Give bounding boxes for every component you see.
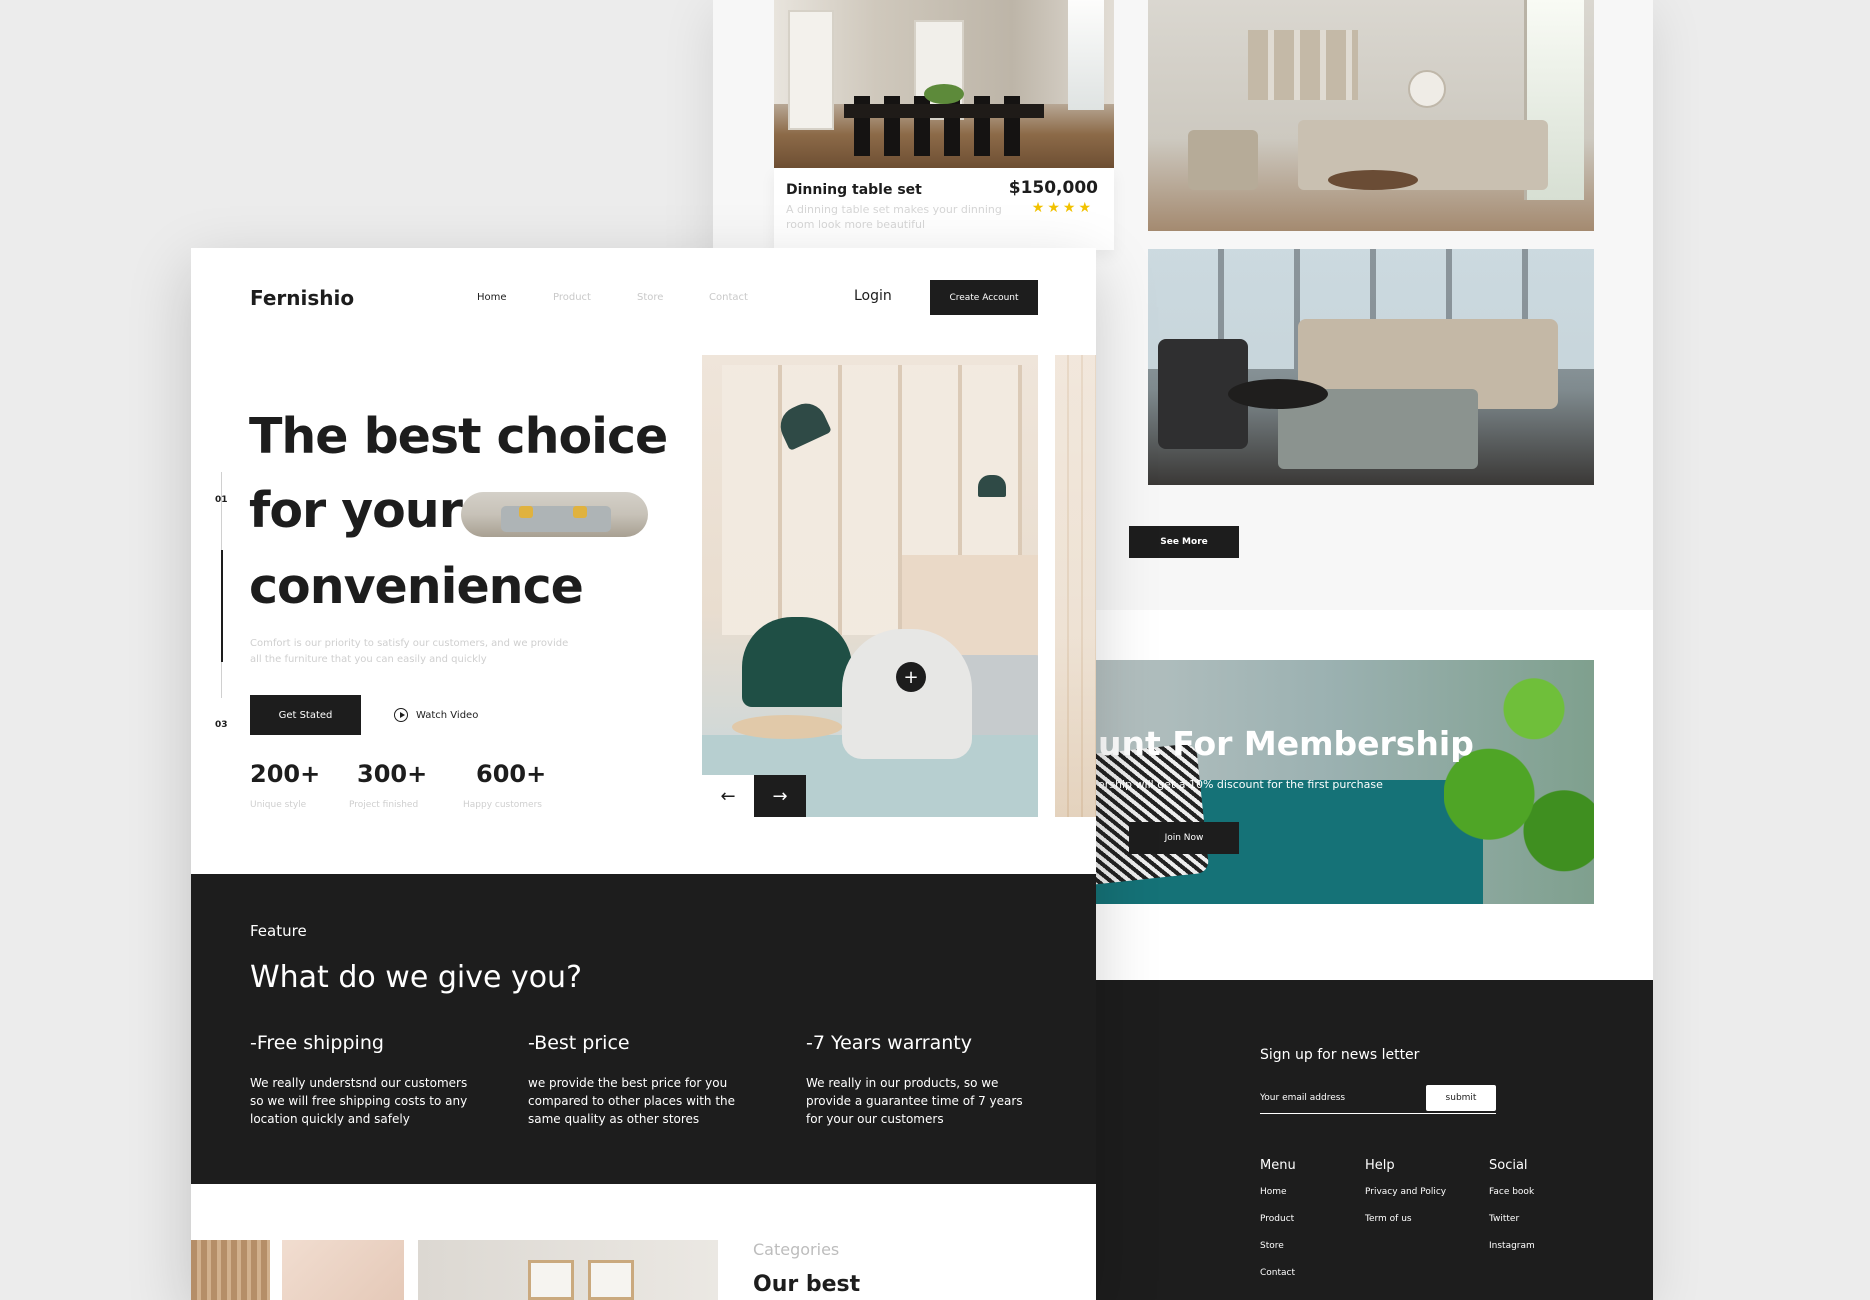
feature-label: Feature (250, 922, 307, 940)
photo-plant (924, 84, 964, 104)
login-link[interactable]: Login (854, 288, 892, 304)
footer-link-product[interactable]: Product (1260, 1214, 1296, 1224)
footer-link-instagram[interactable]: Instagram (1489, 1241, 1535, 1251)
banner-plant (1444, 660, 1594, 904)
footer-help-title: Help (1365, 1158, 1395, 1173)
newsletter-form: Your email address submit (1260, 1082, 1496, 1114)
slide-index-end: 03 (215, 720, 228, 730)
photo-table (844, 104, 1044, 118)
photo-curtain (1055, 355, 1096, 817)
get-started-button[interactable]: Get Stated (250, 695, 361, 735)
slide-progress (220, 472, 223, 698)
feature-item-text: We really understsnd our customers so we… (250, 1076, 468, 1126)
submit-button[interactable]: submit (1426, 1084, 1496, 1111)
feature-item: -Best price we provide the best price fo… (528, 1032, 748, 1128)
photo-lamp (978, 475, 1006, 497)
email-input[interactable]: Your email address (1260, 1093, 1345, 1103)
hero-heading-line1: The best choice (249, 408, 668, 465)
hero-description: Comfort is our priority to satisfy our c… (250, 638, 569, 665)
arrow-right-icon[interactable]: → (754, 775, 806, 817)
photo-chair (1188, 130, 1258, 190)
thumbnail-cushion (519, 506, 533, 518)
stat-value: 200+ (250, 760, 321, 788)
photo-window (1068, 0, 1104, 110)
photo-table (1228, 379, 1328, 409)
stat-label: Unique style (250, 800, 307, 810)
stat-label: Happy customers (463, 800, 542, 810)
categories-title: Our best (753, 1272, 861, 1297)
next-slide-preview[interactable] (1055, 355, 1096, 817)
stat-value: 300+ (357, 760, 428, 788)
feature-item: -Free shipping We really understsnd our … (250, 1032, 470, 1128)
create-account-button[interactable]: Create Account (930, 280, 1038, 315)
feature-item-title: -7 Years warranty (806, 1032, 972, 1054)
category-photo[interactable] (191, 1240, 270, 1300)
lounge-photo[interactable] (1148, 249, 1594, 485)
photo-clock (1408, 70, 1446, 108)
feature-item-title: -Free shipping (250, 1032, 384, 1054)
footer-social-column: Social Face book Twitter Instagram (1489, 1158, 1535, 1268)
footer-menu-title: Menu (1260, 1158, 1296, 1173)
membership-subtitle: ership will get a 10% discount for the f… (1098, 778, 1383, 791)
feature-item: -7 Years warranty We really in our produ… (806, 1032, 1026, 1128)
front-page-preview: Fernishio Home Product Store Contact Log… (191, 248, 1096, 1300)
nav-contact[interactable]: Contact (709, 292, 748, 303)
footer-link-facebook[interactable]: Face book (1489, 1187, 1535, 1197)
feature-item-title: -Best price (528, 1032, 630, 1054)
arrow-left-icon[interactable]: ← (702, 775, 754, 817)
photo-table (732, 715, 842, 739)
feature-item-text: We really in our products, so we provide… (806, 1076, 1023, 1126)
categories-label: Categories (753, 1240, 840, 1259)
footer-link-contact[interactable]: Contact (1260, 1268, 1296, 1278)
hero-showroom-photo: + ← → (702, 355, 1038, 817)
hero-heading-line3: convenience (249, 558, 584, 615)
nav-product[interactable]: Product (553, 292, 591, 303)
see-more-button[interactable]: See More (1129, 526, 1239, 558)
photo-wall-art (1248, 30, 1358, 100)
nav-home[interactable]: Home (477, 292, 507, 303)
newsletter-title: Sign up for news letter (1260, 1047, 1420, 1063)
slide-progress-fill (220, 550, 223, 662)
photo-white-chair (842, 629, 972, 759)
product-description: A dinning table set makes your dinning r… (786, 203, 1002, 231)
rating-stars-icon: ★★★★ (1031, 200, 1094, 216)
photo-green-chair (742, 617, 852, 707)
footer-link-privacy[interactable]: Privacy and Policy (1365, 1187, 1446, 1197)
product-card[interactable]: Dinning table set $150,000 A dinning tab… (774, 168, 1114, 250)
footer-link-twitter[interactable]: Twitter (1489, 1214, 1535, 1224)
photo-frame (528, 1260, 574, 1300)
logo[interactable]: Fernishio (250, 286, 354, 310)
nav-store[interactable]: Store (637, 292, 663, 303)
membership-title: unt For Membership (1098, 724, 1474, 763)
feature-heading: What do we give you? (250, 960, 582, 995)
footer-link-terms[interactable]: Term of us (1365, 1214, 1446, 1224)
footer-link-store[interactable]: Store (1260, 1241, 1296, 1251)
hero-sofa-thumbnail (461, 492, 648, 537)
category-photo[interactable] (282, 1240, 404, 1300)
feature-item-text: we provide the best price for you compar… (528, 1076, 736, 1126)
footer-link-home[interactable]: Home (1260, 1187, 1296, 1197)
living-room-photo[interactable] (1148, 0, 1594, 231)
feature-section: Feature What do we give you? -Free shipp… (191, 874, 1096, 1184)
watch-video-button[interactable]: Watch Video (394, 708, 478, 722)
photo-door (788, 10, 834, 130)
join-now-button[interactable]: Join Now (1129, 822, 1239, 854)
product-price: $150,000 (1008, 178, 1098, 198)
photo-frame (588, 1260, 634, 1300)
footer-help-column: Help Privacy and Policy Term of us (1365, 1158, 1446, 1241)
stat-value: 600+ (476, 760, 547, 788)
footer-social-title: Social (1489, 1158, 1528, 1173)
photo-table (1328, 170, 1418, 190)
dining-table-photo[interactable] (774, 0, 1114, 168)
plus-icon[interactable]: + (896, 662, 926, 692)
hero-heading-line2: for your (249, 482, 463, 539)
stat-label: Project finished (349, 800, 419, 810)
thumbnail-sofa (501, 506, 611, 532)
watch-video-label: Watch Video (416, 709, 479, 721)
thumbnail-cushion (573, 506, 587, 518)
category-photo[interactable] (418, 1240, 718, 1300)
product-title: Dinning table set (786, 182, 922, 198)
play-icon (394, 708, 408, 722)
footer-menu-column: Menu Home Product Store Contact (1260, 1158, 1296, 1295)
